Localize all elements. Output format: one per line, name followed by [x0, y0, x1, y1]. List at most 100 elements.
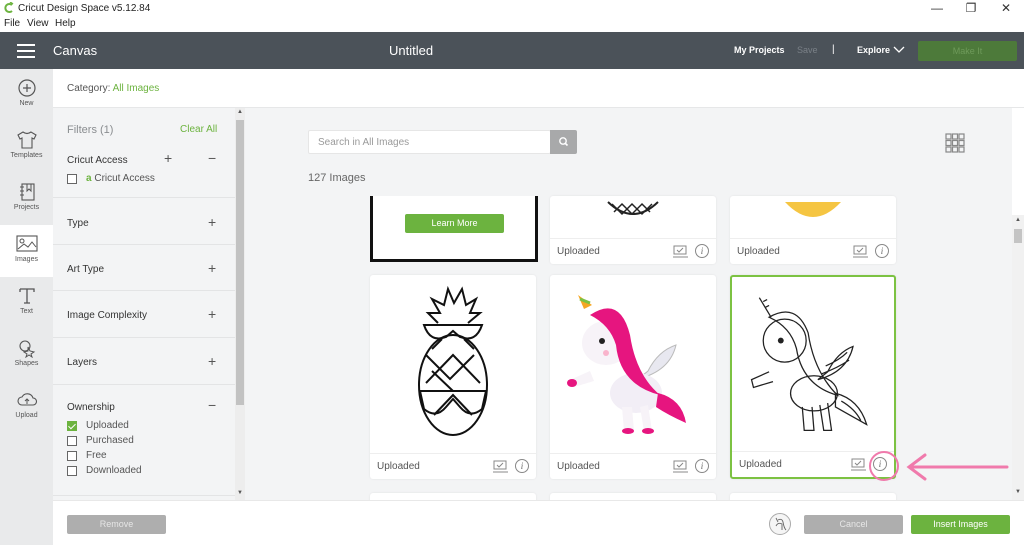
- search-input[interactable]: Search in All Images: [308, 130, 551, 154]
- expand-plus-icon[interactable]: +: [208, 260, 216, 276]
- filter-section-art-type[interactable]: Art Type +: [53, 246, 235, 291]
- card-label: Uploaded: [737, 246, 780, 257]
- downloaded-checkbox[interactable]: [67, 466, 77, 476]
- preview-icon[interactable]: [673, 460, 688, 473]
- nav-projects[interactable]: Projects: [0, 173, 53, 225]
- filter-section-cricut-access: Cricut Access + − a Cricut Access: [53, 148, 235, 198]
- nav-images[interactable]: Images: [0, 225, 53, 277]
- scroll-up-arrow-icon[interactable]: ▲: [237, 109, 243, 115]
- shapes-icon: [18, 340, 35, 358]
- image-card[interactable]: Uploaded i: [370, 275, 536, 479]
- scroll-up-arrow-icon[interactable]: ▲: [1015, 217, 1021, 223]
- restore-button[interactable]: ❐: [956, 0, 986, 17]
- unicorn-outline-thumbnail: [750, 297, 868, 432]
- scroll-down-arrow-icon[interactable]: ▼: [1015, 489, 1021, 495]
- filter-section-type[interactable]: Type +: [53, 199, 235, 245]
- cancel-button[interactable]: Cancel: [804, 515, 903, 534]
- filters-panel: Filters (1) Clear All Cricut Access + − …: [53, 108, 235, 500]
- images-scrollbar[interactable]: ▲ ▼: [1012, 215, 1024, 500]
- cricut-access-option: a Cricut Access: [86, 173, 155, 184]
- image-card[interactable]: Uploaded i: [550, 196, 716, 264]
- learn-more-button[interactable]: Learn More: [405, 214, 504, 233]
- image-card[interactable]: Uploaded i: [550, 275, 716, 479]
- filter-section-name: Art Type: [67, 264, 105, 275]
- card-footer: Uploaded i: [370, 453, 536, 479]
- filter-section-name: Ownership: [67, 402, 115, 413]
- cricut-access-checkbox[interactable]: [67, 174, 77, 184]
- image-icon: [15, 235, 38, 252]
- nav-new[interactable]: New: [0, 69, 53, 121]
- image-count: 127 Images: [308, 172, 366, 184]
- preview-icon[interactable]: [493, 460, 508, 473]
- document-title: Untitled: [389, 43, 434, 58]
- make-it-button[interactable]: Make It: [918, 41, 1017, 61]
- minimize-button[interactable]: —: [922, 0, 952, 17]
- tshirt-icon: [16, 131, 37, 149]
- card-label: Uploaded: [557, 461, 600, 472]
- insert-images-button[interactable]: Insert Images: [911, 515, 1010, 534]
- image-card[interactable]: [370, 493, 536, 500]
- chevron-down-icon[interactable]: [893, 44, 905, 54]
- menu-file[interactable]: File: [4, 18, 20, 29]
- scrollbar-thumb[interactable]: [1014, 229, 1022, 243]
- info-icon[interactable]: i: [695, 244, 709, 258]
- option-downloaded: Downloaded: [86, 465, 142, 476]
- menu-view[interactable]: View: [27, 18, 49, 29]
- image-card[interactable]: [550, 493, 716, 500]
- card-footer: Uploaded i: [550, 238, 716, 264]
- nav-label: Projects: [13, 204, 40, 211]
- collapse-minus-icon[interactable]: −: [208, 397, 216, 413]
- annotation-arrow-icon: [906, 453, 1009, 481]
- unicorn-mini-icon: [775, 517, 787, 531]
- preview-icon[interactable]: [851, 458, 866, 471]
- scrollbar-thumb[interactable]: [236, 120, 244, 405]
- option-uploaded: Uploaded: [86, 420, 129, 431]
- filters-title: Filters (1): [67, 124, 114, 136]
- expand-plus-icon[interactable]: +: [208, 214, 216, 230]
- grid-view-icon[interactable]: [945, 133, 965, 153]
- search-button[interactable]: [550, 130, 577, 154]
- card-label: Uploaded: [557, 246, 600, 257]
- explore-menu[interactable]: Explore: [857, 45, 890, 55]
- text-icon: [18, 288, 35, 304]
- nav-label: Images: [15, 256, 38, 263]
- nav-text[interactable]: Text: [0, 277, 53, 329]
- purchased-checkbox[interactable]: [67, 436, 77, 446]
- nav-upload[interactable]: Upload: [0, 381, 53, 433]
- free-checkbox[interactable]: [67, 451, 77, 461]
- scroll-down-arrow-icon[interactable]: ▼: [237, 490, 243, 496]
- nav-shapes[interactable]: Shapes: [0, 329, 53, 381]
- category-value[interactable]: All Images: [113, 83, 160, 94]
- collapse-minus-icon[interactable]: −: [208, 150, 216, 166]
- expand-plus-icon[interactable]: +: [208, 306, 216, 322]
- clear-all-link[interactable]: Clear All: [180, 124, 217, 135]
- image-card[interactable]: Uploaded i: [730, 196, 896, 264]
- my-projects-link[interactable]: My Projects: [734, 45, 785, 55]
- remove-button[interactable]: Remove: [67, 515, 166, 534]
- filter-section-image-complexity[interactable]: Image Complexity +: [53, 292, 235, 338]
- save-link[interactable]: Save: [797, 45, 818, 55]
- menu-help[interactable]: Help: [55, 18, 76, 29]
- window-titlebar: Cricut Design Space v5.12.84 — ❐ ✕: [0, 0, 1024, 17]
- close-button[interactable]: ✕: [991, 0, 1021, 17]
- filter-section-layers[interactable]: Layers +: [53, 339, 235, 385]
- info-icon[interactable]: i: [515, 459, 529, 473]
- nav-label: Shapes: [14, 360, 39, 367]
- uploaded-checkbox[interactable]: [67, 421, 77, 431]
- expand-plus-icon[interactable]: +: [208, 353, 216, 369]
- filters-scrollbar[interactable]: ▲ ▼: [235, 108, 245, 500]
- preview-icon[interactable]: [853, 245, 868, 258]
- cricut-logo-icon: [4, 2, 14, 13]
- category-breadcrumb: Category: All Images: [67, 83, 159, 94]
- cricut-access-promo: Learn More: [370, 196, 538, 262]
- pineapple-thumbnail: [607, 201, 659, 216]
- expand-plus-icon[interactable]: +: [164, 150, 172, 166]
- header-separator: |: [832, 44, 835, 55]
- image-card-selected[interactable]: Uploaded i: [730, 275, 896, 479]
- hamburger-menu-icon[interactable]: [17, 44, 35, 58]
- nav-templates[interactable]: Templates: [0, 121, 53, 173]
- preview-icon[interactable]: [673, 245, 688, 258]
- image-card[interactable]: [730, 493, 896, 500]
- info-icon[interactable]: i: [695, 459, 709, 473]
- info-icon[interactable]: i: [875, 244, 889, 258]
